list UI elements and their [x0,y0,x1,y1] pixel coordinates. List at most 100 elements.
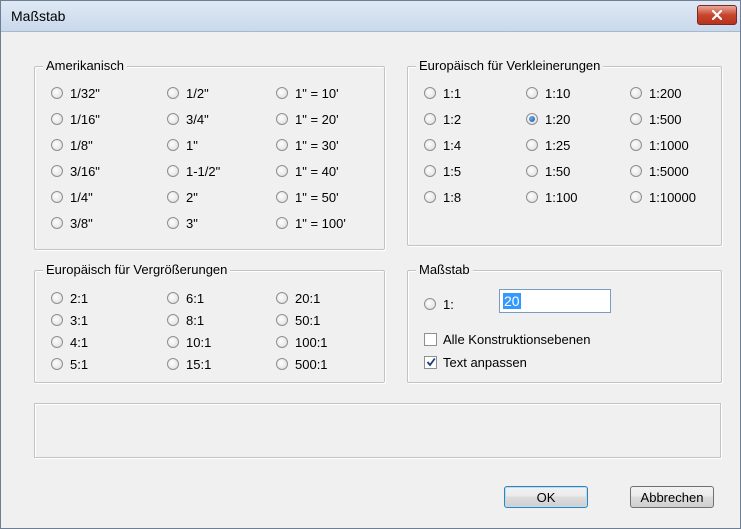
radio-option[interactable]: 1:8 [424,188,461,206]
radio-label: 1/8" [70,137,93,153]
radio-button [167,87,179,99]
radio-option[interactable]: 1" [167,136,198,154]
radio-button [526,87,538,99]
radio-option[interactable]: 1" = 20' [276,110,339,128]
radio-label: 1:50 [545,163,571,179]
radio-option[interactable]: 1:25 [526,136,570,154]
title-bar: Maßstab [1,1,740,32]
radio-option[interactable]: 1" = 40' [276,162,339,180]
radio-option[interactable]: 1:4 [424,136,461,154]
radio-option[interactable]: 1/4" [51,188,93,206]
radio-label: 3" [186,215,198,231]
radio-button [51,292,63,304]
radio-option[interactable]: 3" [167,214,198,232]
radio-button [630,165,642,177]
radio-option[interactable]: 100:1 [276,333,328,351]
radio-option[interactable]: 3/16" [51,162,100,180]
radio-label: 1" = 10' [295,85,339,101]
radio-button [51,87,63,99]
radio-option[interactable]: 1:1 [424,84,461,102]
radio-option[interactable]: 1:10 [526,84,570,102]
dialog-window: Maßstab Amerikanisch 1/32" 1/2" 1" = 10' 1/… [0,0,741,529]
radio-label: 1-1/2" [186,163,221,179]
radio-option[interactable]: 1/16" [51,110,100,128]
radio-option[interactable]: 1-1/2" [167,162,220,180]
radio-label: 3:1 [70,312,89,328]
radio-label: 1:5 [443,163,462,179]
radio-option[interactable]: 8:1 [167,311,204,329]
radio-option[interactable]: 3/4" [167,110,209,128]
cancel-button[interactable]: Abbrechen [630,486,714,508]
radio-button [51,191,63,203]
radio-button [276,165,288,177]
radio-button [276,139,288,151]
radio-label: 8:1 [186,312,205,328]
radio-option[interactable]: 1/2" [167,84,209,102]
radio-button [167,358,179,370]
radio-option[interactable]: 1" = 50' [276,188,339,206]
radio-button [424,191,436,203]
custom-scale-input[interactable]: 20 [499,289,611,313]
all-layers-checkbox[interactable]: Alle Konstruktionsebenen [424,330,590,348]
radio-option[interactable]: 20:1 [276,289,320,307]
radio-option[interactable]: 1:1000 [630,136,689,154]
radio-option[interactable]: 5:1 [51,355,88,373]
radio-label: 2" [186,189,198,205]
radio-option[interactable]: 1" = 10' [276,84,339,102]
radio-label: 1:1000 [649,137,689,153]
radio-option[interactable]: 500:1 [276,355,328,373]
adjust-text-checkbox[interactable]: Text anpassen [424,353,527,371]
radio-option[interactable]: 1:200 [630,84,682,102]
radio-label: 2:1 [70,290,89,306]
radio-option[interactable]: 1:20 [526,110,570,128]
radio-label: 3/16" [70,163,100,179]
radio-option[interactable]: 15:1 [167,355,211,373]
radio-button [630,191,642,203]
radio-option[interactable]: 1:100 [526,188,578,206]
radio-button [276,87,288,99]
dialog-content: Amerikanisch 1/32" 1/2" 1" = 10' 1/16" 3/4" 1… [9,32,732,520]
radio-label: 4:1 [70,334,89,350]
radio-option[interactable]: 3:1 [51,311,88,329]
radio-option[interactable]: 1" = 30' [276,136,339,154]
radio-option[interactable]: 1:500 [630,110,682,128]
radio-option[interactable]: 1/32" [51,84,100,102]
group-amerikanisch-legend: Amerikanisch [43,58,128,74]
radio-option[interactable]: 1" = 100' [276,214,346,232]
radio-button [276,217,288,229]
window-title: Maßstab [11,8,66,24]
close-button[interactable] [697,5,737,25]
radio-button [276,314,288,326]
radio-option[interactable]: 4:1 [51,333,88,351]
radio-option[interactable]: 10:1 [167,333,211,351]
radio-label: 1:2 [443,111,462,127]
radio-option[interactable]: 1:5 [424,162,461,180]
status-panel [34,403,721,458]
adjust-text-label: Text anpassen [443,354,527,370]
custom-scale-radio[interactable]: 1: [424,295,454,313]
radio-button [167,113,179,125]
radio-option[interactable]: 3/8" [51,214,93,232]
radio-option[interactable]: 1:2 [424,110,461,128]
radio-button [167,336,179,348]
radio-label: 1:8 [443,189,462,205]
radio-button [424,139,436,151]
radio-option[interactable]: 6:1 [167,289,204,307]
radio-option[interactable]: 2" [167,188,198,206]
radio-button [424,165,436,177]
radio-option[interactable]: 50:1 [276,311,320,329]
radio-label: 1:100 [545,189,578,205]
radio-option[interactable]: 1/8" [51,136,93,154]
radio-button [630,113,642,125]
radio-option[interactable]: 1:50 [526,162,570,180]
group-massstab: Maßstab 1: Alle Konstruktionsebenen Text… [407,262,722,383]
radio-button [51,336,63,348]
radio-label: 1:500 [649,111,682,127]
radio-option[interactable]: 1:5000 [630,162,689,180]
radio-option[interactable]: 2:1 [51,289,88,307]
radio-button [526,191,538,203]
radio-option[interactable]: 1:10000 [630,188,696,206]
ok-button[interactable]: OK [504,486,588,508]
close-icon [712,10,722,20]
radio-label: 100:1 [295,334,328,350]
